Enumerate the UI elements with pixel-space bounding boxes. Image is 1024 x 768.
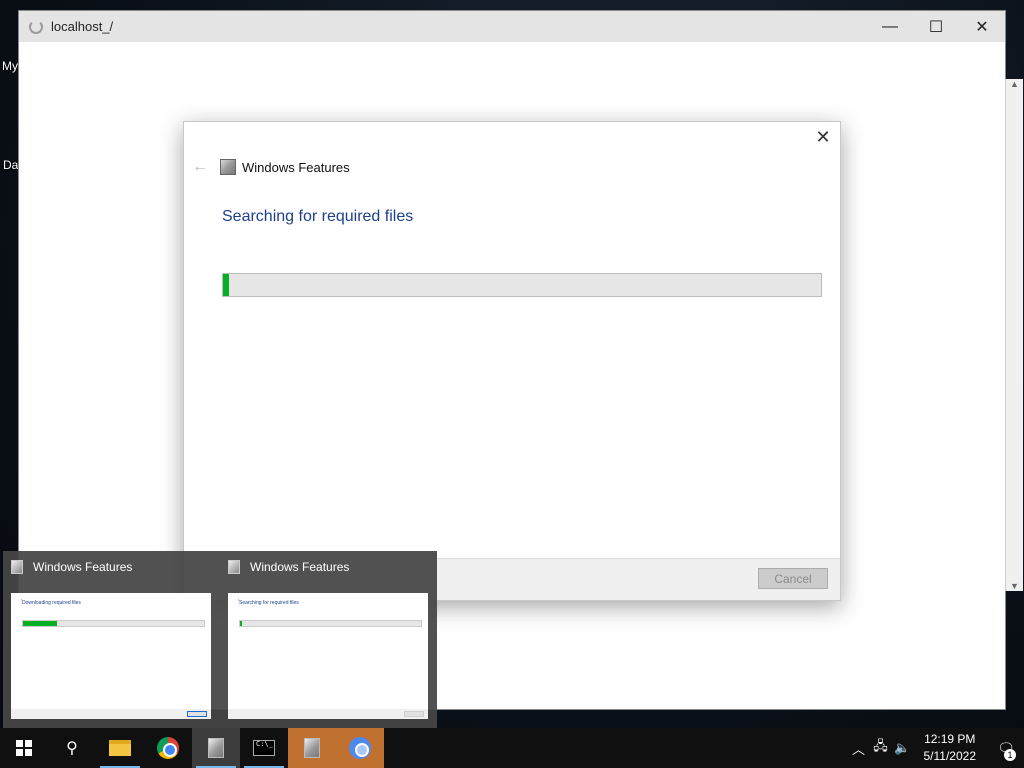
window-controls: — ☐ ✕ bbox=[867, 11, 1005, 42]
taskbar-windows-features-2[interactable] bbox=[288, 728, 336, 768]
action-center-button[interactable]: 🗨 1 bbox=[988, 728, 1024, 768]
windows-features-icon bbox=[304, 738, 320, 758]
windows-features-icon bbox=[220, 159, 236, 175]
clock-time: 12:19 PM bbox=[924, 732, 976, 746]
windows-features-icon bbox=[228, 560, 240, 574]
thumbnail-mini-text: Searching for required files bbox=[239, 600, 299, 606]
thumbnail-header: Windows Features bbox=[11, 560, 132, 574]
search-icon: ⚲ bbox=[66, 740, 78, 757]
thumbnail-preview-1[interactable]: Windows Features ▪ Downloading required … bbox=[3, 551, 211, 728]
thumbnail-progress-fill bbox=[240, 621, 242, 626]
window-titlebar[interactable]: localhost_/ — ☐ ✕ bbox=[19, 11, 1005, 42]
dialog-app-title: Windows Features bbox=[242, 159, 350, 175]
scroll-up-icon[interactable]: ▲ bbox=[1006, 79, 1023, 89]
thumbnail-footer bbox=[11, 709, 211, 719]
dialog-status-heading: Searching for required files bbox=[222, 208, 414, 225]
clock-date: 5/11/2022 bbox=[923, 749, 977, 763]
taskbar-chrome[interactable] bbox=[144, 728, 192, 768]
minimize-button[interactable]: — bbox=[867, 11, 913, 42]
volume-icon[interactable]: 🔈 bbox=[892, 740, 914, 756]
dialog-header: ← Windows Features bbox=[192, 158, 350, 176]
thumbnail-body: ▪ Downloading required files bbox=[11, 593, 211, 719]
chevron-up-icon[interactable]: ︿ bbox=[848, 739, 870, 758]
search-button[interactable]: ⚲ bbox=[48, 728, 96, 768]
folder-icon bbox=[109, 740, 131, 756]
thumbnail-progress-fill bbox=[23, 621, 58, 626]
desktop-icon-label-da[interactable]: Da bbox=[3, 158, 18, 172]
cmd-icon: C:\_ bbox=[253, 740, 275, 756]
windows-features-dialog: ✕ ← Windows Features Searching for requi… bbox=[183, 121, 841, 601]
thumbnail-mini-text: Downloading required files bbox=[22, 600, 81, 606]
progress-bar bbox=[222, 273, 822, 297]
progress-fill bbox=[223, 274, 229, 296]
scroll-down-icon[interactable]: ▼ bbox=[1006, 581, 1023, 591]
thumbnail-progress-bar bbox=[22, 620, 205, 627]
thumbnail-title: Windows Features bbox=[33, 560, 133, 574]
notification-badge: 1 bbox=[1004, 749, 1016, 761]
close-button[interactable]: ✕ bbox=[959, 11, 1005, 42]
cancel-button[interactable]: Cancel bbox=[758, 568, 828, 589]
thumbnail-preview-2[interactable]: Windows Features ▪ Searching for require… bbox=[220, 551, 428, 728]
windows-features-icon bbox=[11, 560, 23, 574]
taskbar-file-explorer[interactable] bbox=[96, 728, 144, 768]
system-tray: ︿ 🖧 🔈 12:19 PM 5/11/2022 🗨 1 bbox=[848, 728, 1024, 768]
taskbar-chrome-2[interactable] bbox=[336, 728, 384, 768]
clock[interactable]: 12:19 PM 5/11/2022 bbox=[924, 731, 977, 765]
chrome-icon bbox=[349, 737, 371, 759]
taskbar: ⚲ C:\_ ︿ 🖧 🔈 12:19 PM 5/11/2022 🗨 1 bbox=[0, 728, 1024, 768]
thumbnail-header: Windows Features bbox=[228, 560, 349, 574]
start-button[interactable] bbox=[0, 728, 48, 768]
dialog-close-button[interactable]: ✕ bbox=[814, 128, 832, 146]
taskbar-thumbnail-previews: Windows Features ▪ Downloading required … bbox=[3, 551, 437, 728]
network-icon[interactable]: 🖧 bbox=[870, 737, 892, 759]
thumbnail-title: Windows Features bbox=[250, 560, 350, 574]
taskbar-command-prompt[interactable]: C:\_ bbox=[240, 728, 288, 768]
vertical-scrollbar[interactable]: ▲ ▼ bbox=[1005, 79, 1023, 591]
thumbnail-cancel-button bbox=[404, 711, 424, 717]
windows-features-icon bbox=[208, 738, 224, 758]
loading-spinner-icon bbox=[29, 19, 43, 34]
thumbnail-body: ▪ Searching for required files bbox=[228, 593, 428, 719]
windows-logo-icon bbox=[16, 740, 32, 756]
thumbnail-footer bbox=[228, 709, 428, 719]
maximize-button[interactable]: ☐ bbox=[913, 11, 959, 42]
chrome-icon bbox=[157, 737, 179, 759]
window-title: localhost_/ bbox=[51, 19, 114, 34]
thumbnail-progress-bar bbox=[239, 620, 422, 627]
taskbar-windows-features[interactable] bbox=[192, 728, 240, 768]
thumbnail-cancel-button bbox=[187, 711, 207, 717]
back-arrow-icon[interactable]: ← bbox=[192, 158, 208, 176]
desktop-icon-label-my[interactable]: My bbox=[2, 59, 18, 73]
